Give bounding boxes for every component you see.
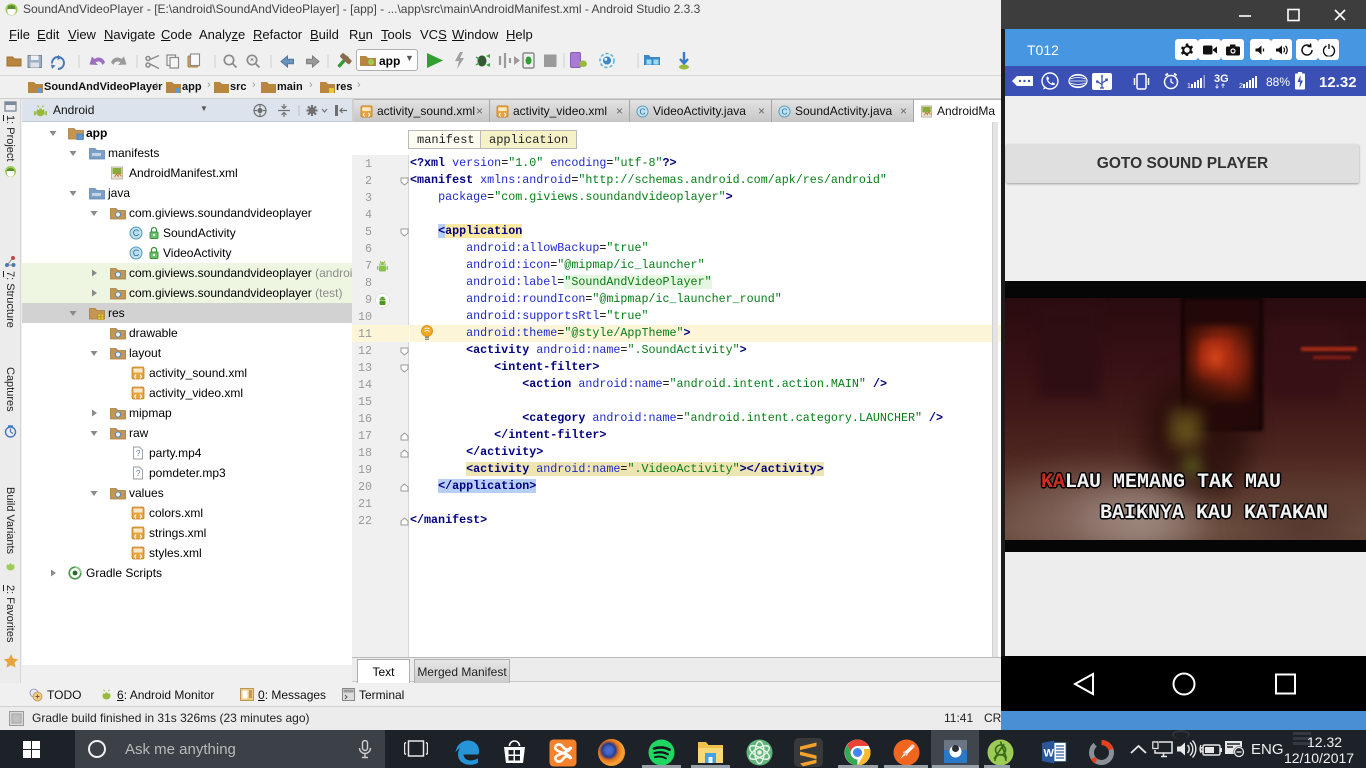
svg-text:1: 1 [1187,83,1191,90]
svg-text:12.32: 12.32 [1319,74,1356,91]
svg-text:88%: 88% [1266,75,1290,89]
svg-text:3G: 3G [1214,73,1229,85]
svg-text:W: W [1044,748,1055,760]
svg-text:2: 2 [1239,83,1243,90]
